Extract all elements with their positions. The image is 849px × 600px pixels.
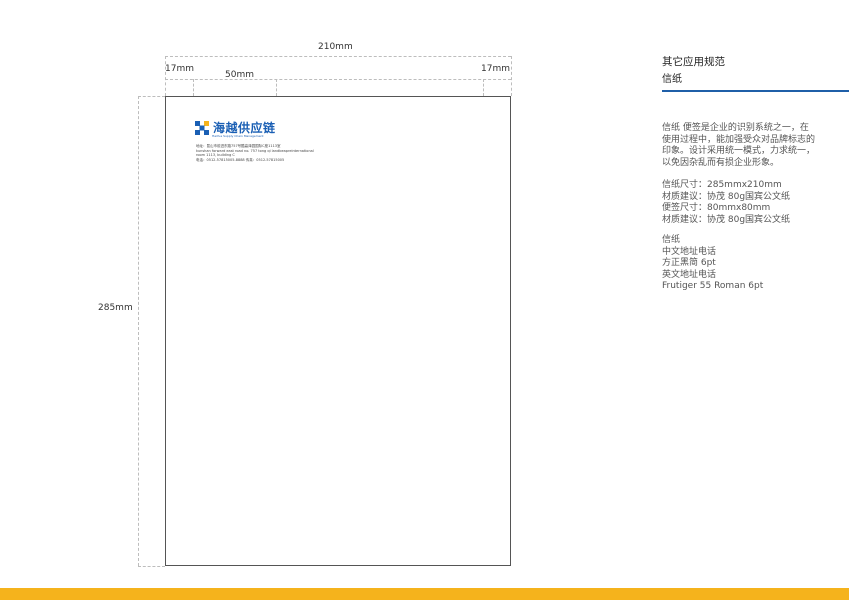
letterhead-sheet: 海越供应链 HaiYue Supply Chain Management 地址：…	[165, 96, 511, 566]
height-guide-line	[138, 96, 139, 566]
spec-line: 信纸尺寸：285mmx210mm	[662, 180, 782, 190]
width-label: 210mm	[318, 42, 353, 52]
description-line: 以免因杂乱而有损企业形象。	[662, 157, 780, 168]
panel-subtitle: 信纸	[662, 74, 682, 85]
font-line: 英文地址电话	[662, 269, 717, 280]
description-line: 使用过程中，能加强受众对品牌标志的	[662, 134, 816, 145]
description-line: 印象。设计采用统一模式，力求统一，	[662, 146, 816, 156]
font-line: 中文地址电话	[662, 246, 717, 257]
brand-tagline: HaiYue Supply Chain Management	[212, 134, 264, 138]
address-line: 电话：0512-57815005-8888 传真：0512-57815005	[196, 157, 285, 162]
panel-fonts: 信纸 中文地址电话 方正黑简 6pt 英文地址电话 Frutiger 55 Ro…	[662, 235, 827, 293]
font-line: Frutiger 55 Roman 6pt	[662, 281, 764, 291]
right-margin-guide	[483, 79, 484, 96]
height-guide-bottom	[138, 566, 165, 567]
width-guide-line	[165, 56, 511, 57]
spec-line: 材质建议：协茂 80g国宾公文纸	[662, 214, 791, 225]
spec-line: 便签尺寸：80mmx80mm	[662, 203, 771, 213]
description-line: 信纸 便签是企业的识别系统之一，在	[662, 123, 809, 133]
margin-guide-line	[165, 79, 511, 80]
bottom-accent-bar	[0, 588, 849, 600]
left-margin-label: 17mm	[165, 64, 194, 74]
spec-line: 材质建议：协茂 80g国宾公文纸	[662, 191, 791, 202]
panel-title: 其它应用规范	[662, 56, 725, 68]
address-block: 地址：昆山市前进东路757号酷高泽园国际C座1113室 kunshan forw…	[196, 144, 314, 162]
panel-description: 信纸 便签是企业的识别系统之一，在 使用过程中，能加强受众对品牌标志的 印象。设…	[662, 123, 827, 169]
font-line: 方正黑简 6pt	[662, 258, 716, 268]
sheet-left-guide	[165, 56, 166, 96]
brand-mark-icon	[194, 120, 210, 136]
offset-guide	[276, 79, 277, 96]
offset-label: 50mm	[225, 70, 254, 80]
brand-name: 海越供应链	[213, 121, 276, 135]
left-margin-guide	[193, 79, 194, 96]
height-guide-top	[138, 96, 165, 97]
right-margin-label: 17mm	[481, 64, 510, 74]
panel-divider	[662, 90, 849, 92]
font-line: 信纸	[662, 235, 681, 245]
sheet-right-guide	[511, 56, 512, 96]
panel-specs: 信纸尺寸：285mmx210mm 材质建议：协茂 80g国宾公文纸 便签尺寸：8…	[662, 180, 827, 226]
height-label: 285mm	[98, 303, 133, 313]
